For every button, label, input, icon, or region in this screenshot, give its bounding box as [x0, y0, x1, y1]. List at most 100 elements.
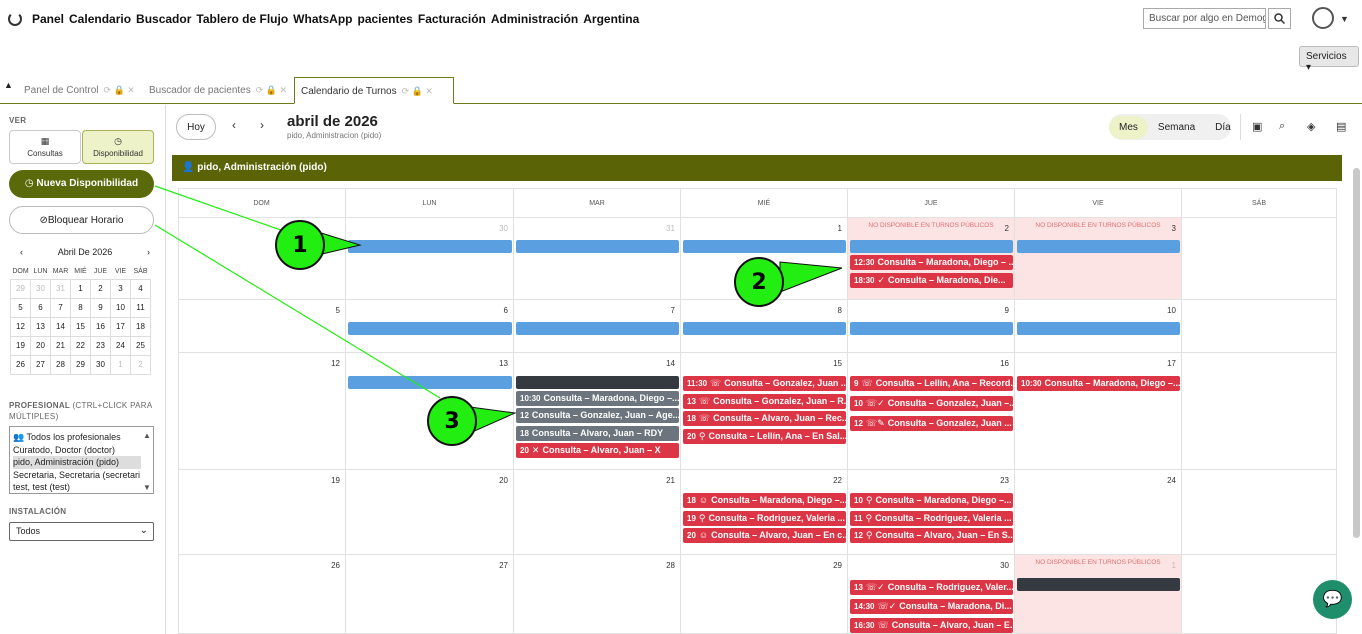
appointment-event[interactable]: 10 ☏✓ Consulta – Gonzalez, Juan –... [850, 396, 1013, 411]
availability-block[interactable] [1017, 240, 1180, 253]
next-month-icon[interactable]: › [260, 118, 264, 132]
view-mes[interactable]: Mes [1109, 115, 1148, 139]
appointment-event[interactable]: 12:30 Consulta – Maradona, Diego – ... [850, 255, 1013, 270]
mini-day[interactable]: 14 [50, 316, 71, 337]
appointment-event[interactable]: 9 ☏ Consulta – Lellín, Ana – Record... [850, 376, 1013, 391]
mini-day[interactable]: 16 [90, 316, 111, 337]
mini-day[interactable]: 13 [30, 316, 51, 337]
mini-day[interactable]: 25 [130, 335, 151, 356]
view-dia[interactable]: Día [1205, 116, 1241, 139]
day-number[interactable]: 13 [499, 359, 508, 368]
mini-day[interactable]: 21 [50, 335, 71, 356]
mini-day[interactable]: 10 [110, 297, 131, 318]
mini-day[interactable]: 23 [90, 335, 111, 356]
day-cell[interactable]: 5 [178, 300, 346, 353]
day-cell[interactable]: 16 [848, 353, 1015, 470]
mini-day[interactable]: 5 [10, 297, 31, 318]
mini-day[interactable]: 1 [110, 354, 131, 375]
mini-day[interactable]: 31 [50, 278, 71, 299]
search-icon[interactable]: ⌕ [1279, 120, 1285, 133]
day-cell[interactable] [1182, 300, 1337, 353]
day-number[interactable]: 24 [1167, 476, 1176, 485]
appointment-event[interactable]: 20 ⚲ Consulta – Lellín, Ana – En Sal... [683, 429, 846, 444]
app-logo-icon[interactable] [8, 12, 22, 26]
appointment-event[interactable]: 18 ☏ Consulta – Alvaro, Juan – Rec... [683, 411, 846, 426]
day-number[interactable]: 20 [499, 476, 508, 485]
mini-day[interactable]: 24 [110, 335, 131, 356]
mini-day[interactable]: 6 [30, 297, 51, 318]
instalacion-select[interactable]: Todos ⌄ [9, 522, 154, 541]
appointment-event[interactable]: 10:30 Consulta – Maradona, Diego –... [1017, 376, 1180, 391]
appointment-event[interactable]: 18 Consulta – Alvaro, Juan – RDY [516, 426, 679, 441]
servicios-dropdown[interactable]: Servicios ▾ [1299, 46, 1359, 73]
appointment-event[interactable]: 10 ⚲ Consulta – Maradona, Diego –... [850, 493, 1013, 508]
day-cell[interactable]: 1 NO DISPONIBLE EN TURNOS PÚBLICOS [1015, 555, 1182, 634]
scrollbar-thumb[interactable] [1353, 168, 1360, 538]
availability-block[interactable] [348, 240, 512, 253]
profesional-option[interactable]: 👥 Todos los profesionales [13, 431, 141, 444]
day-number[interactable]: 9 [1005, 306, 1009, 315]
profesional-select[interactable]: 👥 Todos los profesionales Curatodo, Doct… [9, 426, 154, 494]
bloquear-horario-button[interactable]: ⊘Bloquear Horario [9, 206, 154, 234]
mini-day[interactable]: 29 [10, 278, 31, 299]
availability-block[interactable] [1017, 322, 1180, 335]
day-number[interactable]: 1 [838, 224, 842, 233]
day-number[interactable]: 26 [331, 561, 340, 570]
profesional-option[interactable]: Curatodo, Doctor (doctor) [13, 444, 141, 457]
tab-actions-icon[interactable]: ⟳ 🔒 ✕ [104, 85, 135, 95]
appointment-event[interactable]: 20 ✕ Consulta – Alvaro, Juan – X [516, 443, 679, 458]
tab-calendario-turnos[interactable]: Calendario de Turnos ⟳ 🔒 ✕ [294, 77, 454, 104]
nueva-disponibilidad-button[interactable]: ◷ Nueva Disponibilidad [9, 170, 154, 198]
tab-actions-icon[interactable]: ⟳ 🔒 ✕ [402, 86, 433, 96]
user-menu-caret-icon[interactable]: ▼ [1340, 14, 1349, 24]
day-number[interactable]: 28 [666, 561, 675, 570]
day-cell[interactable]: 28 [514, 555, 681, 634]
mini-day[interactable]: 11 [130, 297, 151, 318]
mini-next-icon[interactable]: › [147, 247, 150, 257]
nav-tablero-flujo[interactable]: Tablero de Flujo [196, 12, 288, 26]
appointment-event[interactable]: 16:30 ☏ Consulta – Alvaro, Juan – E... [850, 618, 1013, 633]
day-cell[interactable]: 21 [514, 470, 681, 555]
day-cell[interactable]: 24 [1015, 470, 1182, 555]
appointment-event[interactable]: 18:30 ✓ Consulta – Maradona, Die... [850, 273, 1013, 288]
search-button[interactable] [1268, 8, 1291, 29]
nav-calendario[interactable]: Calendario [69, 12, 131, 26]
mini-day[interactable]: 28 [50, 354, 71, 375]
day-number[interactable]: 6 [504, 306, 508, 315]
profesional-option[interactable]: Secretaria, Secretaria (secretari [13, 469, 141, 482]
appointment-event[interactable]: 12 Consulta – Gonzalez, Juan – Age... [516, 408, 679, 423]
availability-block[interactable] [348, 322, 512, 335]
mini-prev-icon[interactable]: ‹ [20, 247, 23, 257]
appointment-event[interactable]: 13 ☏✓ Consulta – Rodriguez, Valer... [850, 580, 1013, 595]
day-cell[interactable] [1182, 353, 1337, 470]
mini-day[interactable]: 30 [30, 278, 51, 299]
tab-panel-control[interactable]: Panel de Control ⟳ 🔒 ✕ [18, 77, 141, 104]
day-number[interactable]: 16 [1000, 359, 1009, 368]
disponibilidad-view-button[interactable]: ◷ Disponibilidad [82, 130, 154, 164]
user-avatar-icon[interactable] [1312, 7, 1334, 29]
id-card-icon[interactable]: ▤ [1336, 120, 1346, 133]
appointment-event[interactable]: 11:30 ☏ Consulta – Gonzalez, Juan ... [683, 376, 846, 391]
availability-block[interactable] [683, 240, 846, 253]
scroll-up-icon[interactable]: ▲ [143, 431, 151, 440]
day-cell[interactable]: 20 [346, 470, 514, 555]
consultas-view-button[interactable]: ▦ Consultas [9, 130, 81, 164]
day-number[interactable]: 14 [666, 359, 675, 368]
day-number[interactable]: 7 [671, 306, 675, 315]
nav-administracion[interactable]: Administración [491, 12, 578, 26]
mini-day[interactable]: 15 [70, 316, 91, 337]
nav-pacientes[interactable]: pacientes [358, 12, 413, 26]
mini-day[interactable]: 4 [130, 278, 151, 299]
nav-whatsapp[interactable]: WhatsApp [293, 12, 352, 26]
availability-block[interactable] [683, 322, 846, 335]
availability-block[interactable] [348, 376, 512, 389]
nav-panel[interactable]: Panel [32, 12, 64, 26]
day-number[interactable]: 27 [499, 561, 508, 570]
appointment-event[interactable]: 11 ⚲ Consulta – Rodriguez, Valeria ... [850, 511, 1013, 526]
day-cell[interactable]: 29 [681, 555, 848, 634]
mini-day[interactable]: 22 [70, 335, 91, 356]
mini-day[interactable]: 8 [70, 297, 91, 318]
appointment-event[interactable]: 10:30 Consulta – Maradona, Diego –... [516, 391, 679, 406]
day-number[interactable]: 30 [499, 224, 508, 233]
view-semana[interactable]: Semana [1148, 116, 1205, 139]
